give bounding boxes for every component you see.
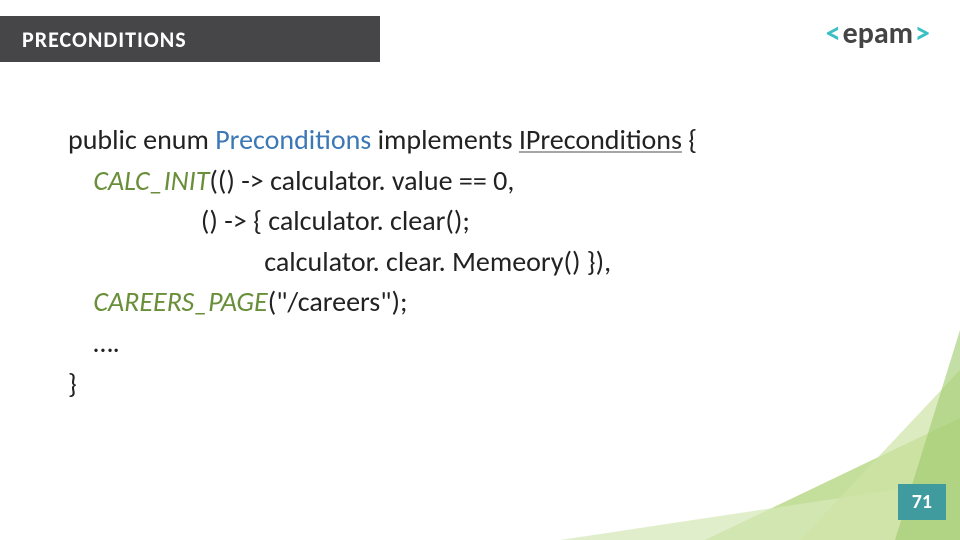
logo-text: epam bbox=[843, 15, 913, 52]
epam-logo: < epam > bbox=[824, 14, 932, 52]
page-number: 71 bbox=[898, 484, 946, 520]
logo-angle-right-icon: > bbox=[915, 15, 930, 52]
slide-title: PRECONDITIONS bbox=[22, 26, 187, 53]
slide-title-bar: PRECONDITIONS bbox=[0, 16, 380, 62]
code-line-7: } bbox=[68, 364, 920, 405]
code-line-6: …. bbox=[68, 323, 920, 364]
logo-angle-left-icon: < bbox=[826, 15, 841, 52]
code-block: public enum Preconditions implements IPr… bbox=[68, 120, 920, 404]
code-line-2: CALC_INIT(() -> calculator. value == 0, bbox=[68, 161, 920, 202]
code-line-4: calculator. clear. Memeory() }), bbox=[68, 242, 920, 283]
code-line-3: () -> { calculator. clear(); bbox=[68, 201, 920, 242]
code-line-5: CAREERS_PAGE("/careers"); bbox=[68, 282, 920, 323]
code-line-1: public enum Preconditions implements IPr… bbox=[68, 120, 920, 161]
